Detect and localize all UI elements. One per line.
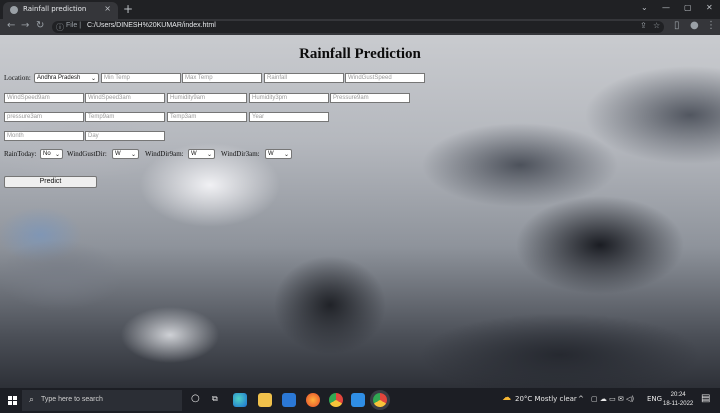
chevron-down-icon: ⌄ <box>54 151 60 158</box>
location-select[interactable]: Andhra Pradesh ⌄ <box>34 73 99 83</box>
profile-icon[interactable]: ● <box>690 20 699 31</box>
predict-button[interactable]: Predict <box>4 176 97 188</box>
chevron-down-icon: ⌄ <box>283 151 289 158</box>
year-input[interactable]: Year <box>249 112 329 122</box>
browser-toolbar: ← → ↻ ⓘ File | C:/Users/DINESH%20KUMAR/i… <box>0 19 720 35</box>
taskbar-search-box[interactable]: ⌕ Type here to search <box>22 390 182 411</box>
forward-arrow-icon[interactable]: → <box>21 20 29 31</box>
language-indicator[interactable]: ENG <box>647 395 662 403</box>
firefox-icon[interactable] <box>306 393 320 407</box>
chevron-down-icon: ⌄ <box>130 151 136 158</box>
rainfall-input[interactable]: Rainfall <box>264 73 344 83</box>
cortana-icon[interactable]: ○ <box>191 393 200 404</box>
file-explorer-icon[interactable] <box>258 393 272 407</box>
chevron-up-icon[interactable]: ^ <box>578 395 584 403</box>
windows-start-icon[interactable] <box>8 396 17 405</box>
weather-icon[interactable]: ☁ <box>502 393 511 403</box>
maximize-button[interactable]: ▢ <box>684 3 692 12</box>
temp-9am-input[interactable]: Temp9am <box>85 112 165 122</box>
address-bar[interactable]: ⓘ File | C:/Users/DINESH%20KUMAR/index.h… <box>52 21 664 33</box>
clock-time: 20:24 <box>670 392 686 398</box>
wind-dir-3am-label: WindDir3am: <box>221 150 260 158</box>
browser-tab-bar: Rainfall prediction × + ⌄ — ▢ ✕ <box>0 0 720 19</box>
location-selected-value: Andhra Pradesh <box>37 75 81 81</box>
rain-today-label: RainToday: <box>4 150 37 158</box>
page-title: Rainfall Prediction <box>299 46 421 62</box>
wind-dir-9am-value: W <box>191 151 197 157</box>
star-icon[interactable]: ☆ <box>653 21 660 30</box>
temp-3am-input[interactable]: Temp3am <box>167 112 247 122</box>
windows-taskbar: ⌕ Type here to search ○ ⧉ ☁ 20°C Mostly … <box>0 388 720 413</box>
taskbar-search-placeholder: Type here to search <box>41 396 103 403</box>
rain-today-value: No <box>43 151 51 157</box>
wind-dir-3am-value: W <box>268 151 274 157</box>
chevron-down-icon[interactable]: ⌄ <box>641 3 648 12</box>
pressure-3am-input[interactable]: pressure3am <box>4 112 84 122</box>
chevron-down-icon: ⌄ <box>206 151 212 158</box>
notification-icon[interactable]: ▤ <box>701 393 710 404</box>
close-tab-icon[interactable]: × <box>104 4 111 13</box>
address-scheme: File | <box>66 22 82 29</box>
humidity-9am-input[interactable]: Humidity9am <box>167 93 247 103</box>
tab-rainfall-prediction[interactable]: Rainfall prediction × <box>3 2 118 19</box>
globe-icon <box>10 6 18 14</box>
share-icon[interactable]: ⇪ <box>640 21 647 30</box>
edge-icon[interactable] <box>233 393 247 407</box>
wind-gust-speed-input[interactable]: WindGustSpeed <box>345 73 425 83</box>
month-input[interactable]: Month <box>4 131 84 141</box>
rain-today-select[interactable]: No ⌄ <box>40 149 63 159</box>
wind-dir-3am-select[interactable]: W ⌄ <box>265 149 292 159</box>
pressure-9am-input[interactable]: Pressure9am <box>330 93 410 103</box>
close-window-button[interactable]: ✕ <box>706 3 713 12</box>
reload-icon[interactable]: ↻ <box>36 20 44 31</box>
search-icon: ⌕ <box>29 395 35 405</box>
taskbar-clock[interactable]: 20:24 18-11-2022 <box>663 391 693 409</box>
chrome-icon[interactable] <box>329 393 343 407</box>
wind-speed-3am-input[interactable]: WindSpeed3am <box>85 93 165 103</box>
wind-gust-dir-value: W <box>115 151 121 157</box>
tray-status-icons[interactable]: ▢ ☁ ▭ ✉ ◁) <box>591 395 634 403</box>
side-panel-icon[interactable]: ▯ <box>674 20 680 31</box>
wind-gust-dir-select[interactable]: W ⌄ <box>112 149 139 159</box>
wind-speed-9am-input[interactable]: WindSpeed9am <box>4 93 84 103</box>
menu-dots-icon[interactable]: ⋮ <box>706 20 716 31</box>
page-viewport: Rainfall Prediction Location: Andhra Pra… <box>0 35 720 388</box>
humidity-3pm-input[interactable]: Humidity3pm <box>249 93 329 103</box>
clock-date: 18-11-2022 <box>663 401 694 407</box>
wind-dir-9am-label: WindDir9am: <box>145 150 184 158</box>
min-temp-input[interactable]: Min Temp <box>101 73 181 83</box>
minimize-button[interactable]: — <box>662 3 670 12</box>
info-icon[interactable]: ⓘ <box>56 22 64 33</box>
new-tab-button[interactable]: + <box>123 2 133 16</box>
mail-icon[interactable] <box>282 393 296 407</box>
chrome-active-icon[interactable] <box>373 393 387 407</box>
vscode-icon[interactable] <box>351 393 365 407</box>
task-view-icon[interactable]: ⧉ <box>212 394 218 404</box>
wind-gust-dir-label: WindGustDir: <box>67 150 107 158</box>
max-temp-input[interactable]: Max Temp <box>182 73 262 83</box>
back-arrow-icon[interactable]: ← <box>7 20 15 31</box>
tab-title: Rainfall prediction <box>23 5 87 13</box>
wind-dir-9am-select[interactable]: W ⌄ <box>188 149 215 159</box>
address-url[interactable]: C:/Users/DINESH%20KUMAR/index.html <box>87 22 216 29</box>
weather-text[interactable]: 20°C Mostly clear <box>515 395 577 403</box>
day-input[interactable]: Day <box>85 131 165 141</box>
chevron-down-icon: ⌄ <box>90 75 96 82</box>
location-label: Location: <box>4 74 31 82</box>
